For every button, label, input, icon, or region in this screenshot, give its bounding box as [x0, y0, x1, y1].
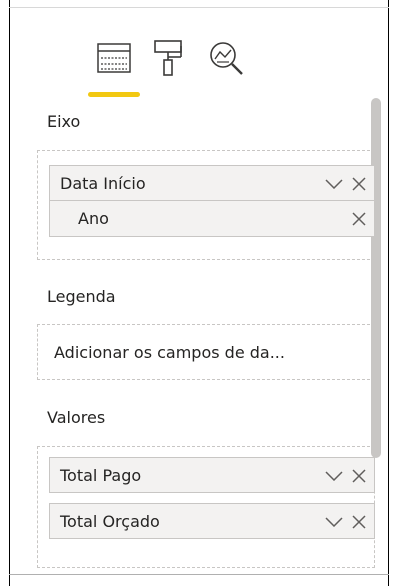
- active-tab-indicator: [88, 92, 140, 97]
- values-section-label: Valores: [47, 408, 106, 427]
- close-icon[interactable]: [350, 175, 368, 193]
- values-field-chip[interactable]: Total Orçado: [49, 503, 375, 539]
- chevron-down-icon[interactable]: [324, 513, 344, 531]
- axis-section-label: Eixo: [47, 112, 81, 131]
- visualizations-pane-frame: Eixo Data Início Ano Legenda Adicionar o…: [0, 0, 401, 586]
- fields-pane: Eixo Data Início Ano Legenda Adicionar o…: [10, 8, 388, 574]
- values-field-label: Total Pago: [60, 465, 142, 485]
- chevron-down-icon[interactable]: [324, 175, 344, 193]
- analytics-magnifier-icon[interactable]: [204, 36, 248, 80]
- axis-field-well[interactable]: Data Início Ano: [37, 150, 375, 260]
- close-icon[interactable]: [350, 467, 368, 485]
- axis-subfield-label: Ano: [78, 209, 109, 228]
- bottom-divider: [9, 574, 389, 575]
- axis-field-chip[interactable]: Data Início: [49, 165, 375, 201]
- legend-field-well[interactable]: Adicionar os campos de da...: [37, 324, 375, 380]
- legend-placeholder: Adicionar os campos de da...: [54, 342, 285, 362]
- axis-subfield-chip[interactable]: Ano: [49, 201, 375, 237]
- values-field-well[interactable]: Total Pago Total Orçado: [37, 446, 375, 568]
- fields-icon[interactable]: [92, 36, 136, 80]
- axis-field-label: Data Início: [60, 173, 146, 193]
- chevron-down-icon[interactable]: [324, 467, 344, 485]
- values-field-chip[interactable]: Total Pago: [49, 457, 375, 493]
- pane-toolbar: [10, 8, 388, 98]
- close-icon[interactable]: [350, 513, 368, 531]
- values-field-label: Total Orçado: [60, 511, 160, 531]
- legend-section-label: Legenda: [47, 287, 116, 306]
- right-border: [388, 0, 389, 586]
- close-icon[interactable]: [350, 210, 368, 228]
- format-roller-icon[interactable]: [146, 36, 190, 80]
